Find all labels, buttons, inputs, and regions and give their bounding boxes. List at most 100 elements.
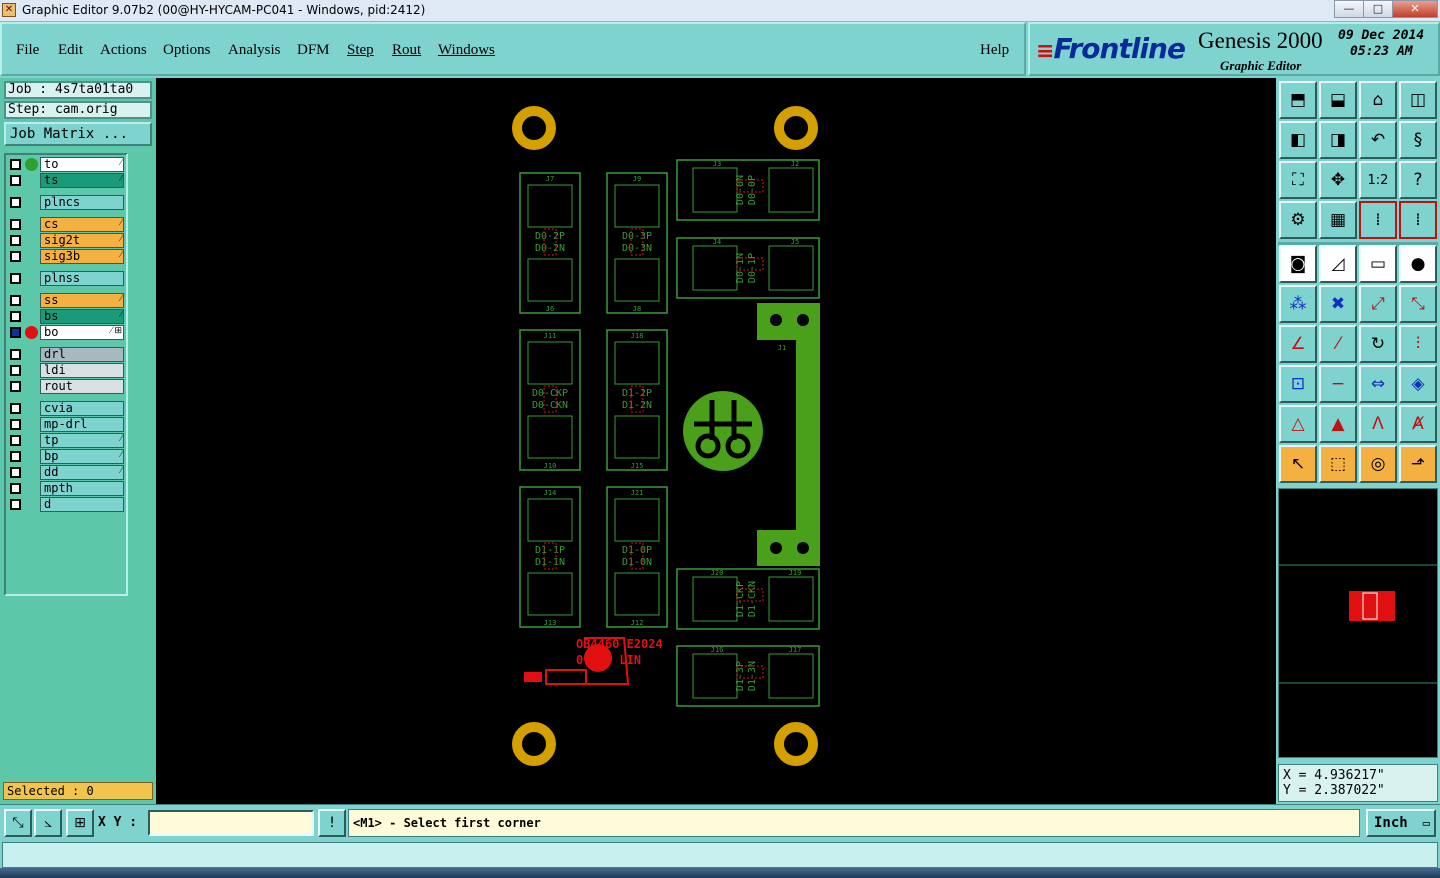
menu-dfm[interactable]: DFM: [297, 42, 330, 59]
layer-name[interactable]: plncs: [40, 195, 124, 210]
redo-button[interactable]: §: [1399, 121, 1437, 159]
layer-checkbox[interactable]: [10, 159, 21, 170]
layer-checkbox[interactable]: [10, 419, 21, 430]
layer-name[interactable]: plnss: [40, 271, 124, 286]
select-circle-button[interactable]: ◎: [1359, 445, 1397, 483]
layer-checkbox[interactable]: [10, 219, 21, 230]
alert-button[interactable]: !: [318, 809, 346, 837]
layer-checkbox[interactable]: [10, 235, 21, 246]
a-frame-tool-button[interactable]: Ʌ: [1359, 405, 1397, 443]
layer-name[interactable]: ss: [40, 293, 124, 308]
layer-row[interactable]: dd ⁄: [8, 465, 126, 480]
a-frame-arrow-button[interactable]: Ⱥ: [1399, 405, 1437, 443]
layer-checkbox[interactable]: [10, 435, 21, 446]
layer-compare-button[interactable]: ⁞: [1359, 201, 1397, 239]
layer-row[interactable]: sig2t ⁄: [8, 233, 126, 248]
snap-grid-button[interactable]: ⊞: [66, 809, 94, 837]
layer-name[interactable]: rout: [40, 379, 124, 394]
layer-name[interactable]: cvia: [40, 401, 124, 416]
select-pointer-button[interactable]: ↖: [1279, 445, 1317, 483]
resize-tool-button[interactable]: ⇔: [1359, 365, 1397, 403]
minimap[interactable]: [1278, 488, 1438, 758]
minimize-button[interactable]: —: [1334, 0, 1364, 18]
triangle-up-button[interactable]: ▲: [1319, 405, 1357, 443]
layer-name[interactable]: bs: [40, 309, 124, 324]
cross-tool-button[interactable]: ✖: [1319, 285, 1357, 323]
layer-checkbox[interactable]: [10, 273, 21, 284]
close-button[interactable]: ✕: [1392, 0, 1438, 18]
menu-windows[interactable]: Windows: [438, 42, 495, 59]
layer-name[interactable]: ldi: [40, 363, 124, 378]
menu-edit[interactable]: Edit: [58, 42, 83, 59]
zoom-fit-button[interactable]: ⛶: [1279, 161, 1317, 199]
layer-name[interactable]: d: [40, 497, 124, 512]
connect-tool-button[interactable]: ⁂: [1279, 285, 1317, 323]
layer-name[interactable]: ts: [40, 173, 124, 188]
grid-button[interactable]: ▦: [1319, 201, 1357, 239]
home-button[interactable]: ⌂: [1359, 81, 1397, 119]
horizontal-line-button[interactable]: −: [1319, 365, 1357, 403]
menu-rout[interactable]: Rout: [392, 42, 421, 59]
maximize-button[interactable]: □: [1363, 0, 1393, 18]
graphic-canvas[interactable]: J7 J6 D0-2P D0-2N J9 J8 D0-3P D0-3N J11 J10 D0-CKP…: [156, 78, 1276, 804]
menu-options[interactable]: Options: [163, 42, 211, 59]
select-box-button[interactable]: ⬚: [1319, 445, 1357, 483]
snap-angle-button[interactable]: ⦣: [34, 809, 62, 837]
layer-row[interactable]: plncs: [8, 195, 126, 210]
layer-row[interactable]: cs ⁄: [8, 217, 126, 232]
layer-row[interactable]: tp ⁄: [8, 433, 126, 448]
layer-checkbox[interactable]: [10, 381, 21, 392]
layer-checkbox[interactable]: [10, 499, 21, 510]
shapes-tool-button[interactable]: ◈: [1399, 365, 1437, 403]
units-selector[interactable]: Inch ▭: [1366, 809, 1436, 837]
layer-row[interactable]: to ⁄: [8, 157, 126, 172]
layer-name[interactable]: drl: [40, 347, 124, 362]
layer-row[interactable]: bp ⁄: [8, 449, 126, 464]
layer-compare-alt-button[interactable]: ⁞: [1399, 201, 1437, 239]
layer-row[interactable]: bs ⁄: [8, 309, 126, 324]
save-button[interactable]: ⬓: [1319, 81, 1357, 119]
pan-right-button[interactable]: ◨: [1319, 121, 1357, 159]
menu-analysis[interactable]: Analysis: [228, 42, 281, 59]
zoom-area-button[interactable]: ⤡: [4, 809, 32, 837]
measure-ruler-button[interactable]: ▭: [1359, 245, 1397, 283]
layer-checkbox[interactable]: [10, 175, 21, 186]
layer-checkbox[interactable]: [10, 295, 21, 306]
layer-checkbox[interactable]: [10, 403, 21, 414]
arc-tool-button[interactable]: ↻: [1359, 325, 1397, 363]
select-path-button[interactable]: ⬏: [1399, 445, 1437, 483]
help-query-button[interactable]: ?: [1399, 161, 1437, 199]
layer-checkbox[interactable]: [10, 451, 21, 462]
layer-name[interactable]: bp: [40, 449, 124, 464]
snap-tool-button[interactable]: ⊡: [1279, 365, 1317, 403]
triangle-tool-button[interactable]: △: [1279, 405, 1317, 443]
slope-tool-button[interactable]: ⁄: [1319, 325, 1357, 363]
layer-checkbox[interactable]: [10, 365, 21, 376]
layer-name[interactable]: sig2t: [40, 233, 124, 248]
move-tool-button[interactable]: ⤢: [1359, 285, 1397, 323]
layer-checkbox[interactable]: [10, 467, 21, 478]
layer-checkbox[interactable]: [10, 327, 21, 338]
layer-row[interactable]: mp-drl: [8, 417, 126, 432]
layer-name[interactable]: cs: [40, 217, 124, 232]
open-step-button[interactable]: ⬒: [1279, 81, 1317, 119]
pad-tool-button[interactable]: ◙: [1279, 245, 1317, 283]
settings-tool-button[interactable]: ⚙: [1279, 201, 1317, 239]
layer-checkbox[interactable]: [10, 349, 21, 360]
layer-row[interactable]: d: [8, 497, 126, 512]
layer-checkbox[interactable]: [10, 251, 21, 262]
zoom-1-to-2-button[interactable]: 1:2: [1359, 161, 1397, 199]
copy-tool-button[interactable]: ⤡: [1399, 285, 1437, 323]
layer-name[interactable]: dd: [40, 465, 124, 480]
menu-help[interactable]: Help: [980, 42, 1009, 59]
layer-name[interactable]: mp-drl: [40, 417, 124, 432]
layer-row[interactable]: cvia: [8, 401, 126, 416]
pan-left-button[interactable]: ◧: [1279, 121, 1317, 159]
xy-input[interactable]: [148, 810, 314, 836]
layer-name[interactable]: mpth: [40, 481, 124, 496]
dot-tool-button[interactable]: ●: [1399, 245, 1437, 283]
layer-name[interactable]: to: [40, 157, 124, 172]
layer-row[interactable]: sig3b ⁄: [8, 249, 126, 264]
layer-checkbox[interactable]: [10, 311, 21, 322]
layer-name[interactable]: sig3b: [40, 249, 124, 264]
